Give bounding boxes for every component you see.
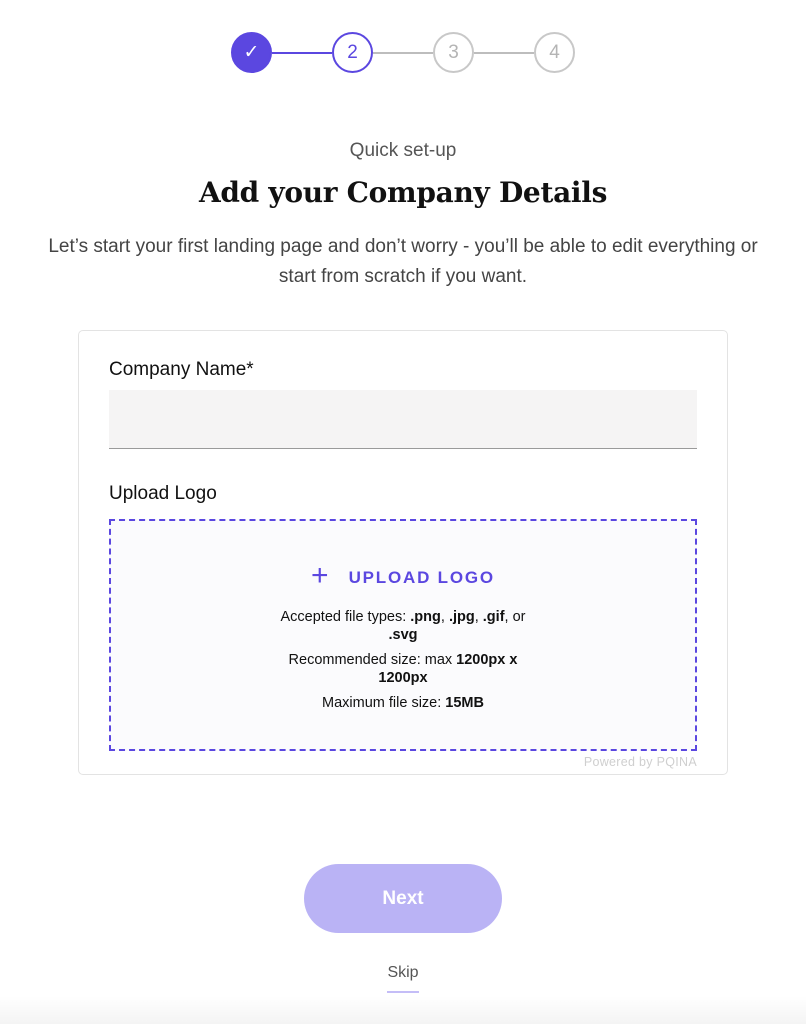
eyebrow-text: Quick set-up [349, 140, 457, 161]
type-jpg: .jpg [448, 609, 475, 625]
skip-link[interactable]: Skip [387, 964, 419, 993]
max-file-size: Maximum file size: 15MB [111, 694, 695, 712]
size-prefix: Recommended size: max [288, 652, 457, 668]
accepted-file-types: Accepted file types: .png, .jpg, .gif, o… [280, 609, 526, 643]
upload-logo-label-text: UPLOAD LOGO [348, 568, 495, 587]
type-png: .png [410, 609, 441, 625]
step-2-current[interactable]: 2 [332, 32, 373, 73]
skip-link-wrapper: Skip [0, 964, 806, 993]
step-4[interactable]: 4 [534, 32, 575, 73]
page-title: Add your Company Details [198, 176, 608, 209]
recommended-size: Recommended size: max 1200px x 1200px [111, 651, 695, 687]
size-value-line1: 1200px x [456, 652, 518, 668]
accepted-types-prefix: Accepted file types: [280, 609, 411, 625]
progress-stepper: ✓ 2 3 4 [231, 32, 575, 74]
step-1-complete[interactable]: ✓ [231, 32, 272, 73]
logo-dropzone[interactable]: + UPLOAD LOGO Accepted file types: .png,… [109, 519, 697, 751]
checkmark-icon: ✓ [243, 42, 260, 63]
company-name-label: Company Name* [109, 359, 254, 380]
company-details-card: Company Name* Upload Logo + UPLOAD LOGO … [78, 330, 728, 775]
company-name-input[interactable] [109, 390, 697, 449]
step-3[interactable]: 3 [433, 32, 474, 73]
step-connector-3 [474, 52, 534, 54]
step-number: 4 [549, 41, 560, 63]
upload-logo-label: Upload Logo [109, 483, 217, 504]
step-number: 2 [347, 41, 358, 63]
powered-by-credit[interactable]: Powered by PQINA [584, 755, 697, 769]
next-button[interactable]: Next [304, 864, 502, 933]
size-value-line2: 1200px [378, 670, 428, 686]
plus-icon: + [311, 559, 329, 592]
max-size-value: 15MB [445, 695, 484, 711]
type-gif: .gif [482, 609, 505, 625]
max-size-prefix: Maximum file size: [322, 695, 446, 711]
step-connector-1 [272, 52, 332, 54]
page-subtitle: Let’s start your first landing page and … [48, 236, 758, 287]
step-connector-2 [373, 52, 433, 54]
step-number: 3 [448, 41, 459, 63]
accepted-types-or: or [512, 609, 526, 625]
bottom-fade [0, 996, 806, 1024]
type-svg: .svg [388, 627, 418, 643]
upload-logo-button[interactable]: + UPLOAD LOGO [111, 561, 695, 591]
